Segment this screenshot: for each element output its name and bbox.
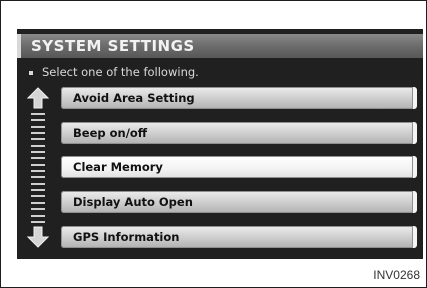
menu-item-label: Clear Memory xyxy=(73,160,163,174)
figure-frame: SYSTEM SETTINGS Select one of the follow… xyxy=(0,0,427,288)
scroll-up-arrow-icon[interactable] xyxy=(27,87,49,109)
menu-item-label: Display Auto Open xyxy=(73,195,193,209)
menu-item-label: Avoid Area Setting xyxy=(73,91,195,105)
menu-item-label: GPS Information xyxy=(73,230,180,244)
screen-title: SYSTEM SETTINGS xyxy=(31,37,195,55)
scroll-track[interactable] xyxy=(31,113,45,223)
bullet-icon xyxy=(29,70,33,75)
figure-code: INV0268 xyxy=(373,268,420,282)
scroll-down-arrow-icon[interactable] xyxy=(27,226,49,248)
screen-header: SYSTEM SETTINGS xyxy=(17,34,423,58)
menu-item-gps-information[interactable]: GPS Information xyxy=(61,226,417,248)
menu-item-avoid-area-setting[interactable]: Avoid Area Setting xyxy=(61,87,417,109)
instruction-label: Select one of the following. xyxy=(42,65,199,79)
menu-item-beep-on-off[interactable]: Beep on/off xyxy=(61,122,417,144)
menu-item-label: Beep on/off xyxy=(73,126,148,140)
menu-item-clear-memory[interactable]: Clear Memory xyxy=(61,156,417,178)
menu-item-display-auto-open[interactable]: Display Auto Open xyxy=(61,191,417,213)
instruction-text: Select one of the following. xyxy=(29,65,199,79)
navigation-screen: SYSTEM SETTINGS Select one of the follow… xyxy=(17,29,423,259)
